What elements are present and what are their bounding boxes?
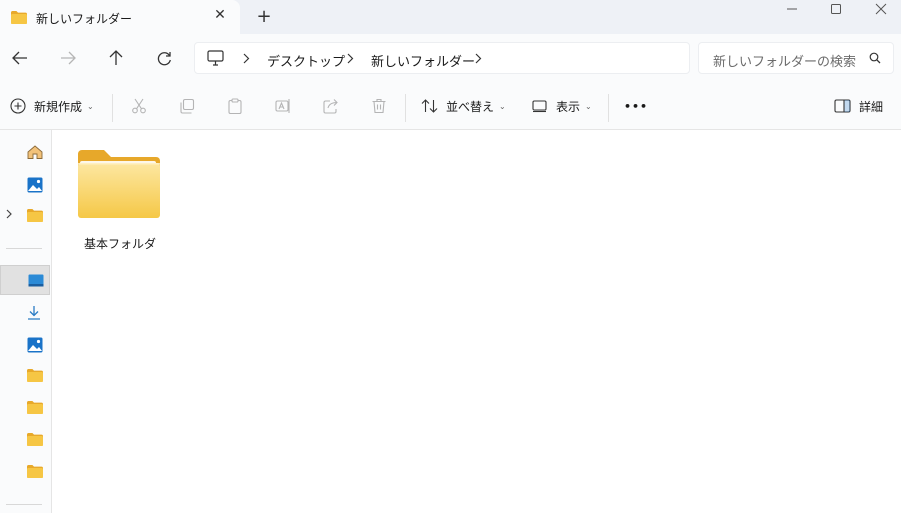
sort-label: 並べ替え <box>446 99 495 114</box>
chevron-right-icon[interactable] <box>475 53 482 67</box>
download-icon <box>27 305 41 323</box>
navigation-pane <box>0 130 52 513</box>
address-bar[interactable]: デスクトップ 新しいフォルダー <box>194 42 690 74</box>
folder-name: 基本フォルダ <box>83 237 156 251</box>
view-label: 表示 <box>556 99 581 114</box>
file-list[interactable]: 基本フォルダ <box>52 130 901 513</box>
divider <box>112 94 113 122</box>
trash-icon <box>371 98 387 114</box>
pictures-icon <box>27 337 43 356</box>
minimize-button[interactable] <box>772 0 812 18</box>
folder-icon <box>27 433 43 449</box>
chevron-right-icon[interactable] <box>6 209 12 222</box>
title-bar: 新しいフォルダー ✕ + <box>0 0 901 34</box>
new-button[interactable]: 新規作成 ⌄ <box>10 82 94 130</box>
clipboard-icon <box>227 98 243 114</box>
rename-icon <box>275 98 291 114</box>
details-label: 詳細 <box>859 99 884 114</box>
refresh-icon[interactable] <box>152 46 176 70</box>
delete-button[interactable] <box>371 82 387 130</box>
gallery-icon <box>27 177 43 196</box>
breadcrumb-desktop[interactable]: デスクトップ <box>267 51 345 70</box>
command-bar: 新規作成 ⌄ 並べ替え ⌄ 表示 ⌄ ••• 詳細 <box>0 82 901 130</box>
back-arrow-icon[interactable] <box>8 46 32 70</box>
view-button[interactable]: 表示 ⌄ <box>532 82 592 130</box>
rename-button[interactable] <box>275 82 291 130</box>
chevron-down-icon: ⌄ <box>87 101 94 111</box>
folder-item[interactable]: 基本フォルダ <box>74 146 166 256</box>
search-icon[interactable] <box>869 52 881 67</box>
close-icon[interactable]: ✕ <box>213 8 227 22</box>
plus-circle-icon <box>10 98 26 114</box>
share-button[interactable] <box>323 82 339 130</box>
view-icon <box>532 99 547 113</box>
forward-arrow-icon[interactable] <box>56 46 80 70</box>
tab-new-folder[interactable]: 新しいフォルダー ✕ <box>0 0 240 34</box>
desktop-icon <box>28 274 44 290</box>
sidebar-item-home[interactable] <box>0 138 50 166</box>
home-icon <box>27 145 43 162</box>
cut-button[interactable] <box>131 82 147 130</box>
navigation-bar: デスクトップ 新しいフォルダー 新しいフォルダーの検索 <box>0 34 901 82</box>
tab-title: 新しいフォルダー <box>36 12 133 26</box>
sidebar-item-folder[interactable] <box>0 394 50 422</box>
search-placeholder[interactable]: 新しいフォルダーの検索 <box>713 51 856 70</box>
chevron-down-icon: ⌄ <box>499 101 506 111</box>
sidebar-item-folder[interactable] <box>0 362 50 390</box>
search-box[interactable]: 新しいフォルダーの検索 <box>698 42 894 74</box>
sidebar-item-pictures[interactable] <box>0 330 50 358</box>
details-pane-icon <box>834 99 851 113</box>
chevron-down-icon: ⌄ <box>585 101 592 111</box>
divider <box>405 94 406 122</box>
chevron-right-icon[interactable] <box>243 53 250 67</box>
folder-icon <box>76 148 162 223</box>
folder-icon <box>27 209 43 225</box>
chevron-right-icon[interactable] <box>347 53 354 67</box>
sort-button[interactable]: 並べ替え ⌄ <box>421 82 506 130</box>
divider <box>608 94 609 122</box>
sidebar-item-folder[interactable] <box>0 426 50 454</box>
copy-button[interactable] <box>179 82 195 130</box>
sidebar-item-cloud-folder[interactable] <box>0 202 50 230</box>
sidebar-item-folder[interactable] <box>0 458 50 486</box>
window-close-button[interactable] <box>861 0 901 18</box>
sidebar-divider <box>6 504 42 505</box>
folder-icon <box>27 465 43 481</box>
scissors-icon <box>131 98 147 114</box>
new-tab-button[interactable]: + <box>256 8 272 26</box>
details-button[interactable]: 詳細 <box>834 82 883 130</box>
computer-icon[interactable] <box>207 50 224 69</box>
sidebar-divider <box>6 248 42 249</box>
more-icon: ••• <box>624 99 649 113</box>
new-label: 新規作成 <box>34 99 83 114</box>
folder-icon <box>27 401 43 417</box>
share-icon <box>323 98 339 114</box>
sidebar-item-desktop[interactable] <box>0 265 50 295</box>
more-options-button[interactable]: ••• <box>624 82 648 130</box>
paste-button[interactable] <box>227 82 243 130</box>
up-arrow-icon[interactable] <box>104 46 128 70</box>
breadcrumb-new-folder[interactable]: 新しいフォルダー <box>371 51 475 70</box>
sidebar-item-downloads[interactable] <box>0 298 50 326</box>
folder-icon <box>11 11 27 27</box>
sidebar-item-gallery[interactable] <box>0 170 50 198</box>
folder-icon <box>27 369 43 385</box>
maximize-button[interactable] <box>816 0 856 18</box>
copy-icon <box>179 98 195 114</box>
sort-icon <box>421 98 438 114</box>
